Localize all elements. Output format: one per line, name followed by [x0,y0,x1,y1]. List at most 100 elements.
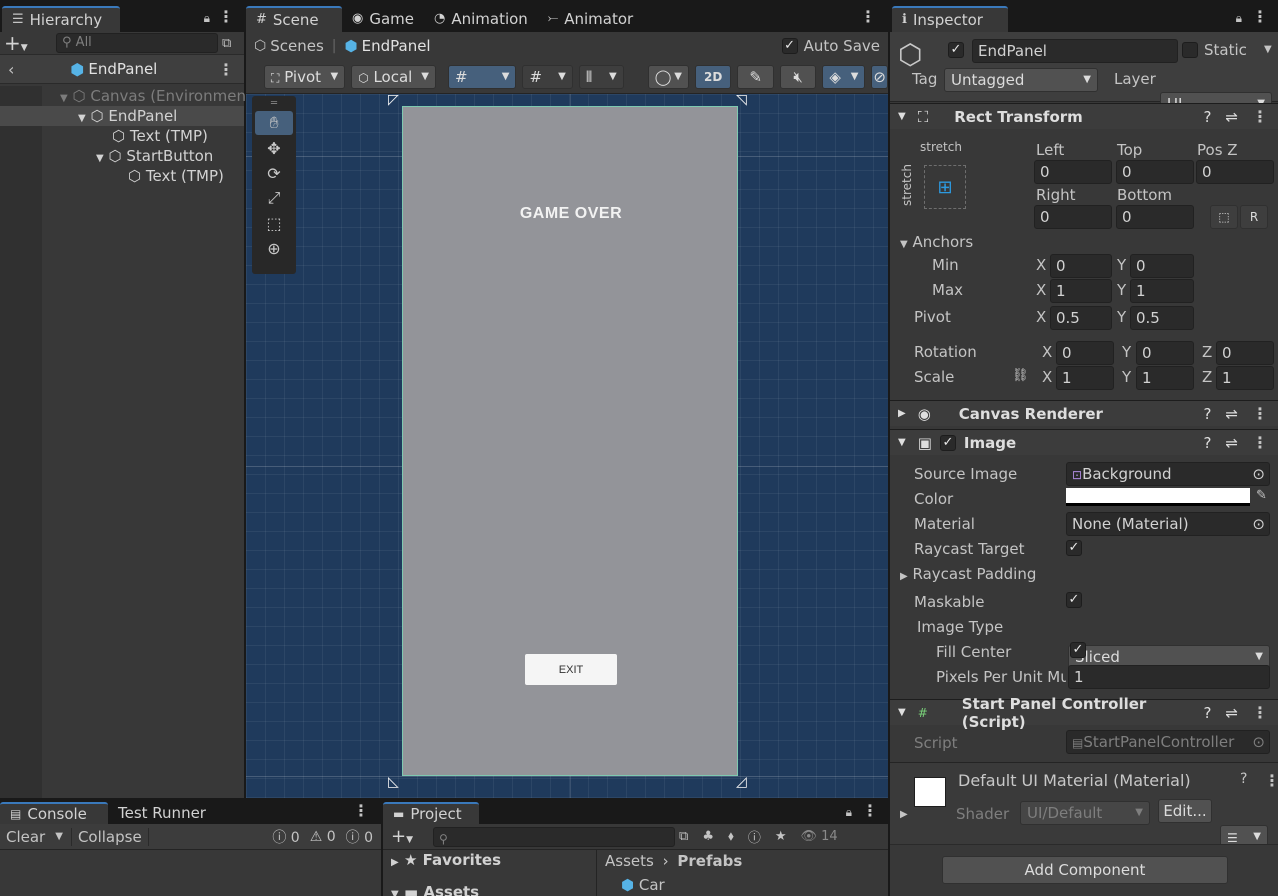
top-field[interactable]: 0 [1116,160,1194,184]
material-field[interactable]: None (Material) ⊙ [1066,512,1270,536]
visible-count-icon[interactable]: 👁︎ 14 [801,829,838,844]
image-header[interactable]: ▼ ▣ ✓ Image ? ⇌ ⋮ [890,429,1278,455]
anchors-foldout[interactable]: ▼ Anchors [900,233,973,251]
scale-x-field[interactable]: 1 [1056,366,1114,390]
rotation-z-field[interactable]: 0 [1216,341,1274,365]
palette-drag-handle[interactable]: ═ [255,98,293,110]
hand-tool-button[interactable]: ✋︎ [255,111,293,135]
scene-menu-icon[interactable]: ⋮ [860,7,876,26]
pivot-dropdown[interactable]: ⛶ Pivot ▼ [264,64,346,89]
effects-dropdown[interactable]: ◈ ▼ [822,64,866,89]
color-swatch[interactable] [1066,488,1250,506]
search-mode-icon[interactable]: ⧉ [679,829,688,844]
tab-test-runner[interactable]: Test Runner [108,802,216,824]
ruler-button[interactable]: ⦀ ▼ [578,64,624,89]
tree-item-text[interactable]: ⬡ Text (TMP) [0,126,244,146]
add-component-button[interactable]: Add Component [942,856,1228,884]
anchor-presets-button[interactable]: ⊞ [924,165,966,209]
tree-favorites[interactable]: ▶ ★ Favorites [383,850,596,870]
tab-game[interactable]: ◉ Game [342,6,424,32]
tab-project[interactable]: ▬ Project [383,802,479,824]
preset-icon[interactable]: ⇌ [1225,704,1238,722]
hierarchy-menu-icon[interactable]: ⋮ [218,7,234,26]
maskable-checkbox[interactable]: ✓ [1066,592,1082,608]
tab-scene[interactable]: # Scene [246,6,342,32]
rotate-tool-button[interactable]: ⟳ [255,161,293,185]
lock-icon[interactable]: 🔒︎ [204,11,210,26]
crumb-assets[interactable]: Assets [605,852,654,870]
anchor-max-x-field[interactable]: 1 [1050,279,1112,303]
rect-transform-header[interactable]: ▼ ⛶ Rect Transform ? ⇌ ⋮ [890,103,1278,129]
tab-animation[interactable]: ◔ Animation [424,6,538,32]
component-menu-icon[interactable]: ⋮ [1252,703,1268,722]
breadcrumb-scenes[interactable]: Scenes [270,37,324,55]
add-icon[interactable]: +▼ [4,31,38,55]
bottom-field[interactable]: 0 [1116,205,1194,229]
crumb-prefabs[interactable]: Prefabs [677,852,742,870]
gizmos-toggle[interactable]: ⊘ [871,64,888,89]
pivot-x-field[interactable]: 0.5 [1050,306,1112,330]
move-tool-button[interactable]: ✥ [255,136,293,160]
lighting-toggle[interactable]: ✎ [737,64,774,89]
static-dropdown-icon[interactable]: ▼ [1264,44,1272,55]
scale-z-field[interactable]: 1 [1216,366,1274,390]
image-enabled-checkbox[interactable]: ✓ [939,434,956,451]
component-menu-icon[interactable]: ⋮ [1252,404,1268,423]
preset-icon[interactable]: ⇌ [1225,434,1238,452]
fill-center-checkbox[interactable]: ✓ [1070,642,1086,658]
tree-item-endpanel[interactable]: ▼ ⬡ EndPanel [0,106,244,126]
edit-shader-button[interactable]: Edit... [1158,799,1212,823]
filter-error-icon[interactable]: ⓘ [748,827,761,846]
lock-icon[interactable]: 🔒︎ [846,805,852,820]
scale-tool-button[interactable]: ⤢ [255,186,293,210]
create-icon[interactable]: +▼ [391,826,413,847]
auto-save-checkbox[interactable]: ✓ [781,38,798,54]
scale-y-field[interactable]: 1 [1136,366,1194,390]
transform-tool-button[interactable]: ⊕ [255,236,293,260]
canvas-renderer-header[interactable]: ▶ ◉ Canvas Renderer ? ⇌ ⋮ [890,400,1278,426]
exit-button[interactable]: EXIT [525,654,617,685]
search-options-icon[interactable]: ⧉ [222,36,231,51]
preset-icon[interactable]: ⇌ [1225,108,1238,126]
ppu-field[interactable]: 1 [1068,665,1270,689]
posz-field[interactable]: 0 [1196,160,1274,184]
gameobject-large-icon[interactable]: ⬡ [898,38,922,71]
object-picker-icon[interactable]: ⊙ [1252,513,1265,535]
favorite-icon[interactable]: ★ [775,829,787,844]
toggle-2d-button[interactable]: 2D [694,64,732,89]
rotation-x-field[interactable]: 0 [1056,341,1114,365]
project-menu-icon[interactable]: ⋮ [862,801,878,820]
help-icon[interactable]: ? [1203,108,1211,126]
tab-console[interactable]: ▤ Console [0,802,108,824]
tree-item-canvas[interactable]: ▼ ⬡ Canvas (Environmen [0,86,246,106]
tab-animator[interactable]: ⤚ Animator [538,6,643,32]
rotation-y-field[interactable]: 0 [1136,341,1194,365]
audio-toggle[interactable]: 🔇︎ [779,64,817,89]
end-panel[interactable]: GAME OVER EXIT [402,106,738,776]
hierarchy-search-input[interactable]: ⚲ All [56,33,218,53]
component-menu-icon[interactable]: ⋮ [1252,433,1268,452]
rect-tool-button[interactable]: ⬚ [255,211,293,235]
eyedropper-icon[interactable]: ✎ [1256,488,1267,503]
expand-arrow-icon[interactable]: ▶ [900,809,908,820]
lock-icon[interactable]: 🔒︎ [1236,11,1242,26]
error-count-toggle[interactable]: ⓘ 0 [346,827,373,847]
constrain-proportions-icon[interactable]: ⛓ [1012,368,1029,383]
context-menu-icon[interactable]: ⋮ [218,60,234,79]
preset-icon[interactable]: ⇌ [1225,405,1238,423]
project-item-car[interactable]: ⬢ Car [621,876,665,894]
console-menu-icon[interactable]: ⋮ [353,801,369,820]
help-icon[interactable]: ? [1203,434,1211,452]
filter-label-icon[interactable]: ⬧ [728,829,734,844]
grid-snap-button[interactable]: # ▼ [448,64,517,89]
raw-edit-button[interactable]: R [1240,205,1268,229]
tab-inspector[interactable]: ℹ Inspector [892,6,1008,32]
right-field[interactable]: 0 [1034,205,1112,229]
material-menu-icon[interactable]: ⋮ [1264,771,1278,790]
component-menu-icon[interactable]: ⋮ [1252,107,1268,126]
anchor-max-y-field[interactable]: 1 [1130,279,1194,303]
tree-item-button-text[interactable]: ⬡ Text (TMP) [0,166,244,186]
scene-viewport[interactable]: GAME OVER EXIT ◸ ◹ ◺ ◿ ═ ✋︎ ✥ ⟳ ⤢ ⬚ ⊕ [246,94,888,798]
object-name-input[interactable]: EndPanel [972,39,1178,63]
shading-mode-dropdown[interactable]: ◯ ▼ [647,64,689,89]
